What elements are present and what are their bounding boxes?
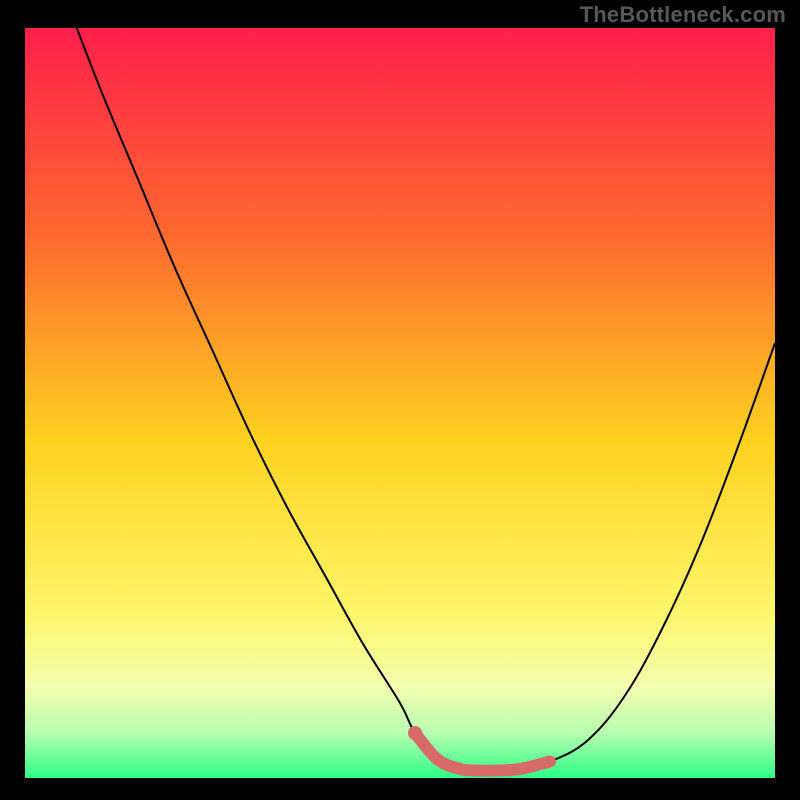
plot-area <box>25 28 775 778</box>
chart-frame: TheBottleneck.com <box>0 0 800 800</box>
marker-start-dot <box>408 726 422 740</box>
watermark-text: TheBottleneck.com <box>580 2 786 28</box>
chart-svg <box>25 28 775 778</box>
gradient-bg <box>25 28 775 778</box>
